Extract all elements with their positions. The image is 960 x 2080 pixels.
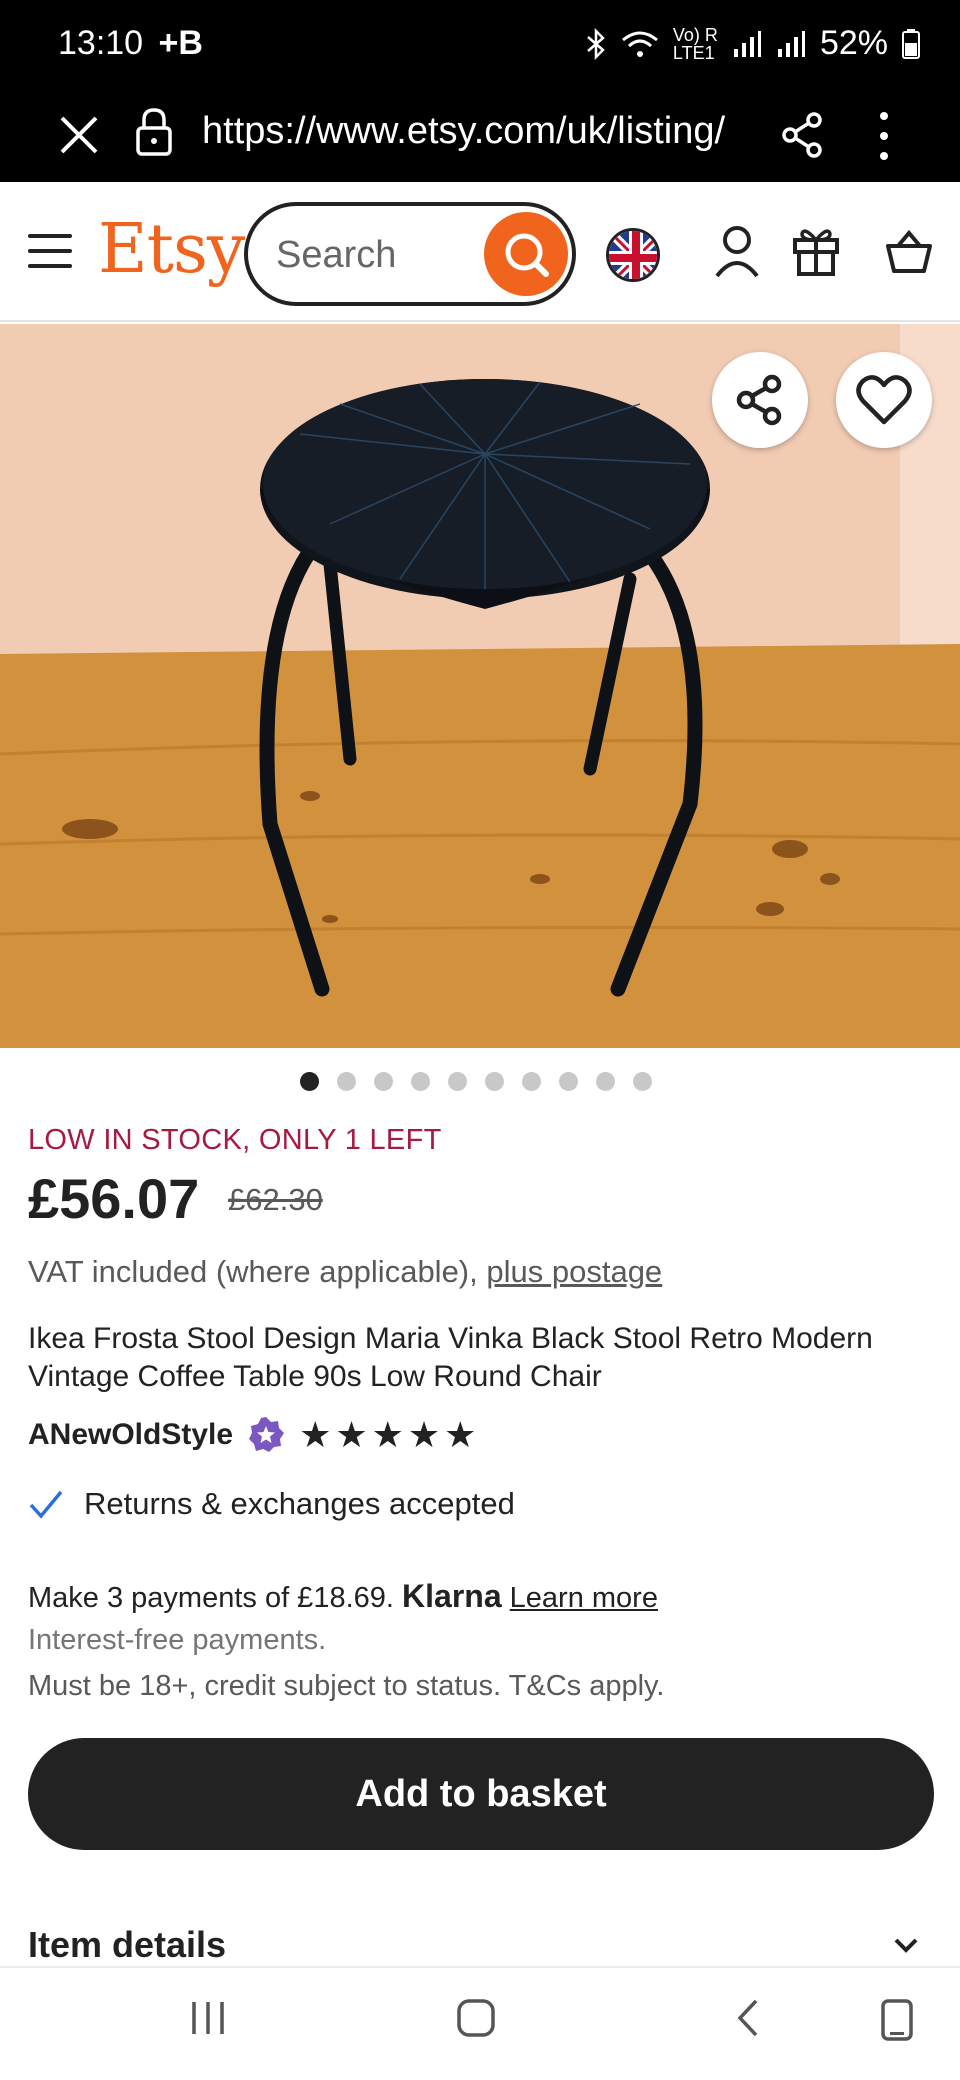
search-bar[interactable]	[244, 202, 576, 306]
carousel-dot[interactable]	[300, 1072, 319, 1091]
etsy-logo[interactable]: Etsy	[98, 210, 245, 289]
returns-text: Returns & exchanges accepted	[84, 1486, 515, 1521]
carousel-dot[interactable]	[485, 1072, 504, 1091]
installments-text: Make 3 payments of £18.69.	[28, 1582, 394, 1614]
current-price: £56.07	[28, 1167, 200, 1230]
original-price: £62.30	[228, 1182, 323, 1217]
returns-policy: Returns & exchanges accepted	[28, 1486, 515, 1522]
heart-icon	[856, 375, 912, 425]
star-seller-badge-icon	[249, 1417, 285, 1452]
account-icon[interactable]	[714, 224, 760, 278]
vat-notice: VAT included (where applicable), plus po…	[28, 1254, 662, 1290]
gift-icon[interactable]	[792, 226, 840, 276]
carousel-dot[interactable]	[522, 1072, 541, 1091]
signal-icon	[733, 30, 761, 57]
status-time: 13:10 +B	[58, 24, 203, 63]
close-icon[interactable]	[54, 110, 104, 160]
listing-title: Ikea Frosta Stool Design Maria Vinka Bla…	[28, 1322, 873, 1393]
interest-free-text: Interest-free payments.	[28, 1624, 327, 1656]
share-icon	[736, 374, 782, 426]
klarna-logo: Klarna	[402, 1578, 502, 1614]
network-label: Vo) R LTE1	[672, 24, 718, 63]
screen-rotate-icon[interactable]	[880, 1998, 914, 2042]
chevron-down-icon[interactable]	[892, 1936, 920, 1956]
vat-text: VAT included (where applicable),	[28, 1254, 478, 1289]
signal-icon-2	[777, 30, 805, 57]
clock: 13:10	[58, 24, 144, 62]
rating-stars[interactable]: ★★★★★	[299, 1414, 480, 1456]
back-icon[interactable]	[728, 1998, 768, 2038]
klarna-offer: Make 3 payments of £18.69. Klarna Learn …	[28, 1578, 658, 1615]
url-bar[interactable]: https://www.etsy.com/uk/listing/	[202, 110, 747, 153]
share-button[interactable]	[712, 352, 808, 448]
image-carousel-dots	[300, 1072, 652, 1091]
item-details-heading[interactable]: Item details	[28, 1924, 226, 1966]
system-nav-bar	[0, 1966, 960, 2080]
shop-name-link[interactable]: ANewOldStyle	[28, 1418, 233, 1452]
status-bar: 13:10 +B Vo) R LTE1 52%	[0, 0, 960, 92]
uk-flag-icon[interactable]	[606, 228, 660, 282]
search-input[interactable]	[276, 230, 456, 280]
recent-apps-icon[interactable]	[188, 1998, 228, 2038]
home-icon[interactable]	[456, 1998, 496, 2038]
battery-percent: 52%	[819, 24, 888, 62]
product-image[interactable]	[0, 324, 960, 1048]
favourite-button[interactable]	[836, 352, 932, 448]
stock-notice: LOW IN STOCK, ONLY 1 LEFT	[28, 1124, 442, 1156]
carousel-dot[interactable]	[337, 1072, 356, 1091]
status-icons: Vo) R LTE1 52%	[585, 24, 920, 63]
carousel-dot[interactable]	[596, 1072, 615, 1091]
site-header: Etsy	[0, 182, 960, 322]
carousel-dot[interactable]	[374, 1072, 393, 1091]
battery-icon	[902, 28, 920, 59]
wifi-icon	[621, 31, 658, 57]
carousel-dot[interactable]	[411, 1072, 430, 1091]
search-icon	[505, 233, 549, 277]
carousel-dot[interactable]	[633, 1072, 652, 1091]
menu-icon[interactable]	[28, 234, 72, 268]
learn-more-link[interactable]: Learn more	[510, 1582, 658, 1614]
more-options-icon[interactable]	[870, 108, 898, 164]
bluetooth-icon	[587, 27, 605, 60]
lock-icon[interactable]	[134, 106, 174, 156]
terms-text: Must be 18+, credit subject to status. T…	[28, 1670, 665, 1702]
carrier-badge: +B	[158, 24, 203, 62]
add-to-basket-button[interactable]: Add to basket	[28, 1738, 934, 1850]
search-button[interactable]	[484, 212, 568, 296]
basket-icon[interactable]	[886, 230, 932, 274]
carousel-dot[interactable]	[559, 1072, 578, 1091]
checkmark-icon	[29, 1490, 63, 1519]
postage-link[interactable]: plus postage	[486, 1254, 662, 1289]
carousel-dot[interactable]	[448, 1072, 467, 1091]
browser-toolbar: https://www.etsy.com/uk/listing/	[0, 92, 960, 182]
share-icon[interactable]	[780, 110, 824, 160]
stool-photo	[0, 324, 960, 1048]
shop-row: ANewOldStyle ★★★★★	[28, 1414, 480, 1456]
